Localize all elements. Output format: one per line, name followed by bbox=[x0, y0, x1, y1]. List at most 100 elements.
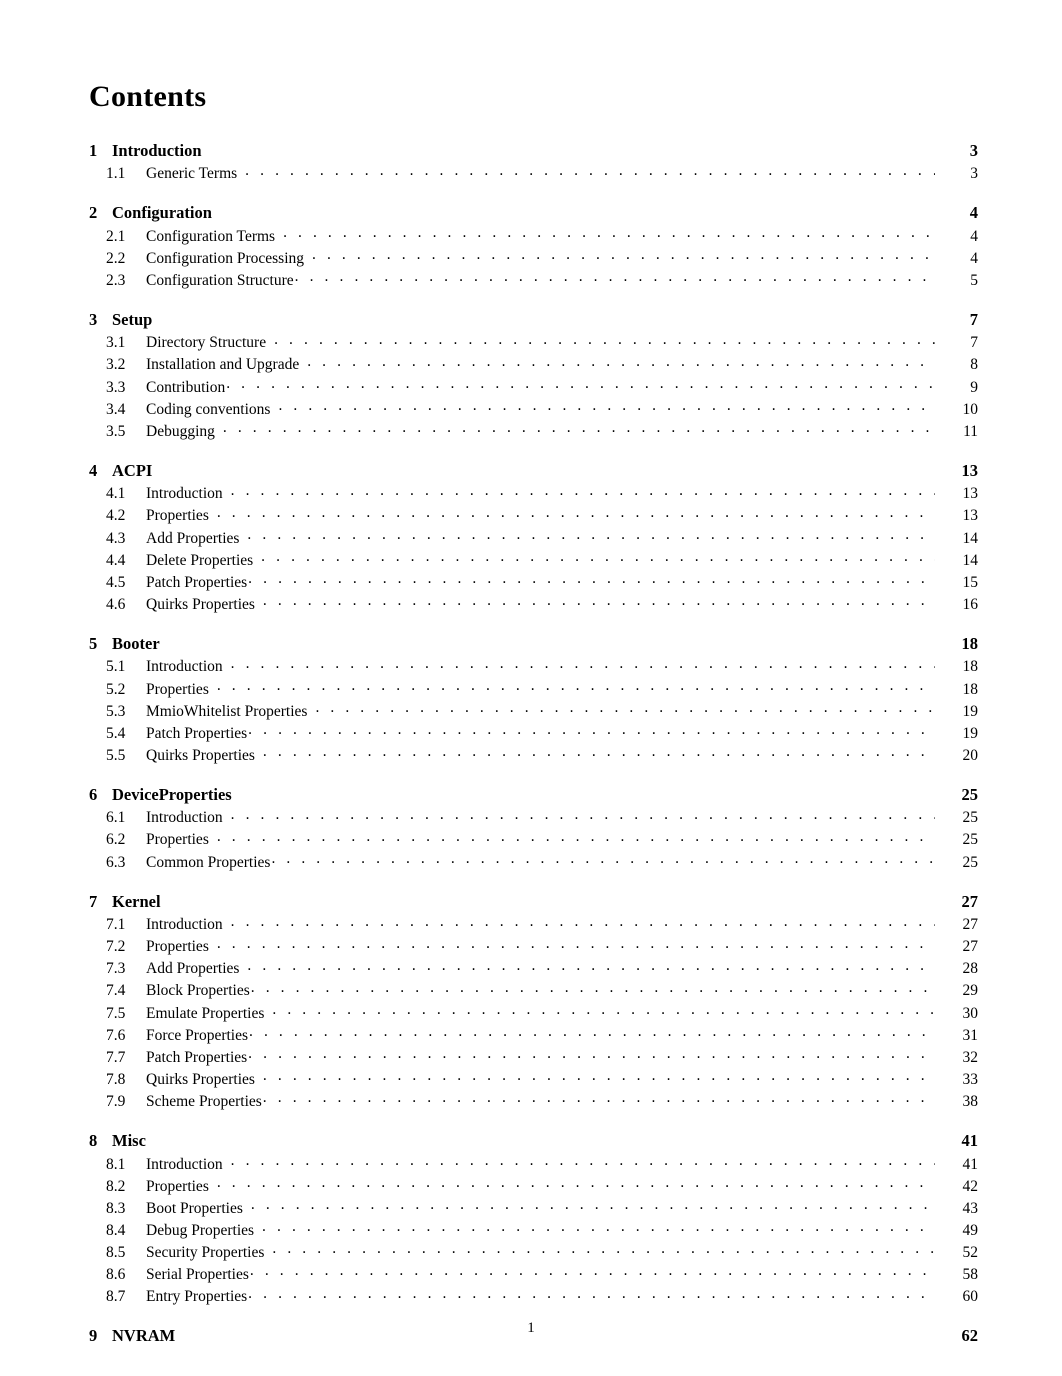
section-page-number: 16 bbox=[962, 595, 979, 613]
toc-section-entry[interactable]: 4.1 Introduction 13 bbox=[89, 483, 978, 505]
toc-chapter-entry[interactable]: 8 Misc 41 bbox=[89, 1130, 978, 1153]
toc-chapter-entry[interactable]: 3 Setup 7 bbox=[89, 308, 978, 331]
toc-section-entry[interactable]: 8.2 Properties 42 bbox=[89, 1175, 978, 1197]
section-number: 8.2 bbox=[106, 1177, 126, 1195]
toc-section-entry[interactable]: 8.6 Serial Properties 58 bbox=[89, 1263, 978, 1285]
toc-section-entry[interactable]: 1.1 Generic Terms 3 bbox=[89, 163, 978, 185]
toc-section-entry[interactable]: 7.4 Block Properties 29 bbox=[89, 980, 978, 1002]
toc-section-entry[interactable]: 4.4 Delete Properties 14 bbox=[89, 549, 978, 571]
toc-section-entry[interactable]: 4.5 Patch Properties 15 bbox=[89, 571, 978, 593]
dot-leader bbox=[249, 1024, 935, 1040]
toc-section-entry[interactable]: 4.3 Add Properties 14 bbox=[89, 527, 978, 549]
toc-chapter-entry[interactable]: 7 Kernel 27 bbox=[89, 890, 978, 913]
section-page-number: 13 bbox=[962, 507, 979, 525]
section-number: 4.4 bbox=[106, 551, 126, 569]
toc-section-entry[interactable]: 2.1 Configuration Terms 4 bbox=[89, 225, 978, 247]
section-title: Security Properties bbox=[146, 1243, 265, 1261]
chapter-block: 8Misc418.1Introduction418.2Properties428… bbox=[89, 1130, 978, 1308]
toc-section-entry[interactable]: 2.3 Configuration Structure 5 bbox=[89, 269, 978, 291]
dot-leader bbox=[248, 722, 935, 738]
dot-leader bbox=[263, 1068, 935, 1084]
section-title: Add Properties bbox=[146, 529, 240, 547]
chapter-number: 5 bbox=[89, 633, 98, 653]
dot-leader bbox=[263, 1090, 935, 1106]
section-title: Introduction bbox=[146, 916, 223, 934]
section-page-number: 58 bbox=[962, 1265, 979, 1283]
toc-section-entry[interactable]: 4.6 Quirks Properties 16 bbox=[89, 593, 978, 615]
toc-section-entry[interactable]: 5.2 Properties 18 bbox=[89, 678, 978, 700]
dot-leader bbox=[231, 656, 935, 672]
section-page-number: 15 bbox=[962, 573, 979, 591]
dot-leader bbox=[217, 829, 935, 845]
dot-leader bbox=[261, 549, 935, 565]
toc-section-entry[interactable]: 8.7 Entry Properties 60 bbox=[89, 1286, 978, 1308]
toc-section-entry[interactable]: 3.3 Contribution 9 bbox=[89, 376, 978, 398]
chapter-block: 1 Introduction 3 1.1 Generic Terms 3 bbox=[89, 139, 978, 185]
toc-section-entry[interactable]: 6.2 Properties 25 bbox=[89, 829, 978, 851]
toc-section-entry[interactable]: 8.5 Security Properties 52 bbox=[89, 1241, 978, 1263]
toc-chapter-entry[interactable]: 1 Introduction 3 bbox=[89, 139, 978, 162]
toc-section-entry[interactable]: 7.2 Properties 27 bbox=[89, 936, 978, 958]
toc-section-entry[interactable]: 7.9 Scheme Properties 38 bbox=[89, 1090, 978, 1112]
section-number: 5.2 bbox=[106, 680, 126, 698]
section-number: 8.1 bbox=[106, 1155, 126, 1173]
toc-section-entry[interactable]: 2.2 Configuration Processing 4 bbox=[89, 247, 978, 269]
chapter-title: Kernel bbox=[112, 891, 161, 911]
section-number: 4.3 bbox=[106, 529, 126, 547]
dot-leader bbox=[272, 1241, 935, 1257]
dot-leader bbox=[251, 1197, 935, 1213]
dot-leader bbox=[283, 225, 935, 241]
dot-leader bbox=[231, 914, 935, 930]
toc-section-entry[interactable]: 7.1 Introduction 27 bbox=[89, 914, 978, 936]
section-page-number: 60 bbox=[962, 1288, 979, 1306]
toc-chapter-entry[interactable]: 2 Configuration 4 bbox=[89, 202, 978, 225]
section-title: Configuration Structure bbox=[146, 271, 294, 289]
toc-section-entry[interactable]: 4.2 Properties 13 bbox=[89, 505, 978, 527]
toc-section-entry[interactable]: 7.5 Emulate Properties 30 bbox=[89, 1002, 978, 1024]
dot-leader bbox=[271, 851, 935, 867]
chapter-block: 4ACPI134.1Introduction134.2Properties13 4… bbox=[89, 459, 978, 615]
toc-section-entry[interactable]: 3.1 Directory Structure 7 bbox=[89, 332, 978, 354]
section-title: Contribution bbox=[146, 378, 226, 396]
section-title: Introduction bbox=[146, 1155, 223, 1173]
section-title: Quirks Properties bbox=[146, 1070, 255, 1088]
toc-chapter-entry[interactable]: 4 ACPI 13 bbox=[89, 459, 978, 482]
toc-section-entry[interactable]: 8.4 Debug Properties 49 bbox=[89, 1219, 978, 1241]
chapter-page-number: 41 bbox=[961, 1131, 979, 1150]
section-page-number: 11 bbox=[963, 422, 978, 440]
toc-section-entry[interactable]: 5.3 MmioWhitelist Properties 19 bbox=[89, 700, 978, 722]
section-page-number: 52 bbox=[962, 1243, 979, 1261]
toc-section-entry[interactable]: 6.1 Introduction 25 bbox=[89, 807, 978, 829]
toc-section-entry[interactable]: 5.1 Introduction 18 bbox=[89, 656, 978, 678]
toc-section-entry[interactable]: 3.4 Coding conventions 10 bbox=[89, 398, 978, 420]
toc-chapter-entry[interactable]: 6 DeviceProperties 25 bbox=[89, 783, 978, 806]
section-title: Force Properties bbox=[146, 1026, 249, 1044]
toc-section-entry[interactable]: 6.3 Common Properties 25 bbox=[89, 851, 978, 873]
chapter-block: 6 DeviceProperties 25 6.1 Introduction 25 6.2 P… bbox=[89, 783, 978, 873]
toc-section-entry[interactable]: 3.2 Installation and Upgrade 8 bbox=[89, 354, 978, 376]
section-title: Block Properties bbox=[146, 982, 250, 1000]
section-page-number: 41 bbox=[962, 1155, 979, 1173]
toc-section-entry[interactable]: 7.3 Add Properties 28 bbox=[89, 958, 978, 980]
toc-section-entry[interactable]: 7.8 Quirks Properties 33 bbox=[89, 1068, 978, 1090]
toc-chapter-entry[interactable]: 5 Booter 18 bbox=[89, 632, 978, 655]
toc-section-entry[interactable]: 7.6 Force Properties 31 bbox=[89, 1024, 978, 1046]
section-title: Coding conventions bbox=[146, 400, 271, 418]
section-number: 5.3 bbox=[106, 702, 126, 720]
dot-leader bbox=[153, 308, 935, 325]
toc-section-entry[interactable]: 5.5 Quirks Properties 20 bbox=[89, 744, 978, 766]
section-title: MmioWhitelist Properties bbox=[146, 702, 308, 720]
chapter-block: 5 Booter 18 5.1 Introduction 18 5.2 Properties 1… bbox=[89, 632, 978, 766]
toc-section-entry[interactable]: 5.4 Patch Properties 19 bbox=[89, 722, 978, 744]
toc-section-entry[interactable]: 8.1 Introduction 41 bbox=[89, 1153, 978, 1175]
section-number: 7.5 bbox=[106, 1004, 126, 1022]
section-title: Introduction bbox=[146, 809, 223, 827]
toc-section-entry[interactable]: 3.5 Debugging 11 bbox=[89, 420, 978, 442]
toc-section-entry[interactable]: 7.7 Patch Properties 32 bbox=[89, 1046, 978, 1068]
chapter-title: ACPI bbox=[112, 460, 153, 480]
page-folio-number: 1 bbox=[527, 1320, 535, 1336]
section-title: Quirks Properties bbox=[146, 595, 255, 613]
chapter-title: Booter bbox=[112, 633, 160, 653]
toc-section-entry[interactable]: 8.3 Boot Properties 43 bbox=[89, 1197, 978, 1219]
section-number: 6.2 bbox=[106, 831, 126, 849]
